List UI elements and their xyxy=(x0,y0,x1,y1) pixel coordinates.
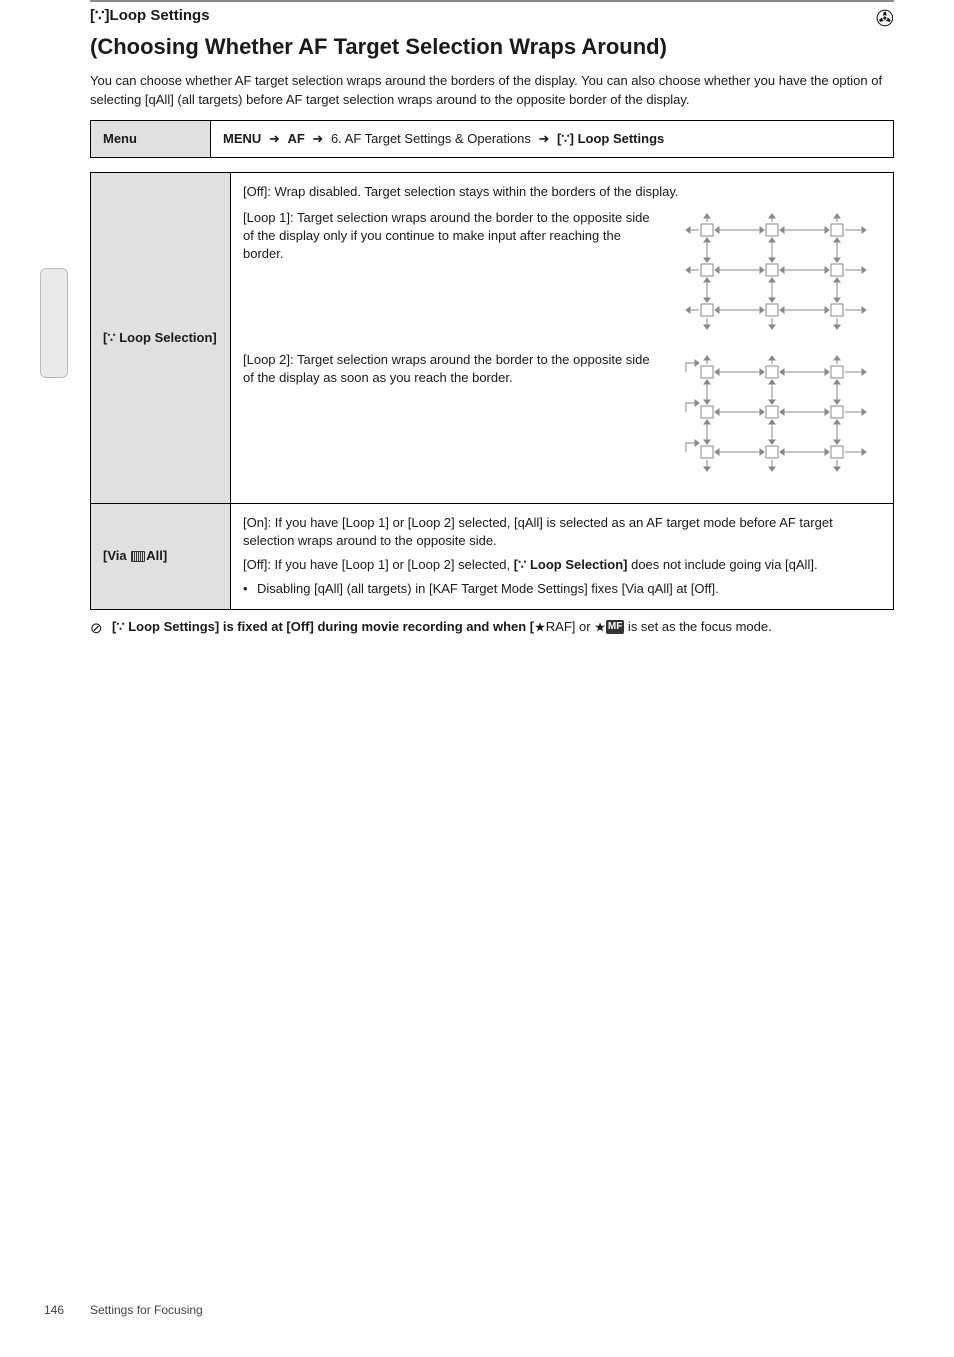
via-all-on: [On]: If you have [Loop 1] or [Loop 2] s… xyxy=(243,514,881,550)
page-footer-text: Settings for Focusing xyxy=(90,1303,203,1317)
header-rule xyxy=(90,0,894,2)
breadcrumb-path: MENU ➜ AF ➜ 6. AF Target Settings & Oper… xyxy=(211,120,894,157)
page-subtitle: (Choosing Whether AF Target Selection Wr… xyxy=(90,34,894,60)
settings-table: [∵ Loop Selection] [Off]: Wrap disabled.… xyxy=(90,172,894,610)
title-icon: [∵] xyxy=(90,7,110,24)
movie-mode-icon: ✇ xyxy=(876,6,894,32)
title-text: Loop Settings xyxy=(110,7,210,24)
row-loop-selection-body: [Off]: Wrap disabled. Target selection s… xyxy=(231,172,894,503)
via-all-off: [Off]: If you have [Loop 1] or [Loop 2] … xyxy=(243,556,881,574)
via-all-note: • Disabling [qAll] (all targets) in [KAF… xyxy=(243,580,881,598)
loop1-diagram xyxy=(671,209,881,339)
loop2-diagram xyxy=(671,351,881,481)
arrow-icon: ➜ xyxy=(312,131,323,146)
side-tab: 4 xyxy=(40,268,68,378)
row-loop-selection-key: [∵ Loop Selection] xyxy=(91,172,231,503)
page-title: [∵]Loop Settings xyxy=(90,6,210,24)
arrow-icon: ➜ xyxy=(539,131,550,146)
mf-icon: MF xyxy=(606,620,624,634)
note-icon: ⊘ xyxy=(90,618,112,639)
all-target-icon-small xyxy=(131,551,145,562)
footnote: ⊘ [∵ Loop Settings] is fixed at [Off] du… xyxy=(90,618,894,639)
breadcrumb-table: Menu MENU ➜ AF ➜ 6. AF Target Settings &… xyxy=(90,120,894,158)
row-via-all-key: [Via All] xyxy=(91,503,231,609)
page-number: 146 xyxy=(44,1303,64,1317)
row-via-all-body: [On]: If you have [Loop 1] or [Loop 2] s… xyxy=(231,503,894,609)
option-off: [Off]: Wrap disabled. Target selection s… xyxy=(243,183,881,201)
option-loop1: [Loop 1]: Target selection wraps around … xyxy=(243,209,671,264)
arrow-icon: ➜ xyxy=(269,131,280,146)
star-icon: ★ xyxy=(594,619,606,634)
star-af-icon: ★ xyxy=(534,619,546,634)
description: You can choose whether AF target selecti… xyxy=(90,72,894,110)
breadcrumb-key: Menu xyxy=(91,120,211,157)
option-loop2: [Loop 2]: Target selection wraps around … xyxy=(243,351,671,387)
loop-icon: ∵ xyxy=(107,330,115,345)
